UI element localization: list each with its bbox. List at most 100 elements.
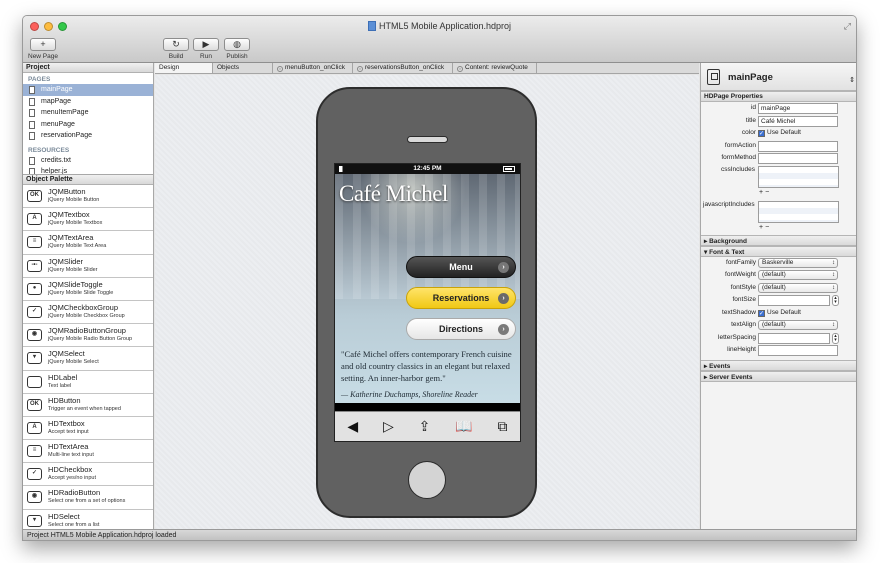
- lineheight-field[interactable]: [758, 345, 838, 356]
- page-item-mainPage[interactable]: mainPage: [23, 84, 153, 96]
- fontsize-field[interactable]: [758, 295, 830, 306]
- battery-icon: [503, 166, 515, 172]
- textshadow-use-default-checkbox[interactable]: ✓ Use Default: [758, 309, 801, 317]
- run-button[interactable]: ▶ Run: [193, 38, 219, 60]
- close-tab-icon[interactable]: ×: [457, 66, 463, 72]
- page-item-menuPage[interactable]: menuPage: [23, 119, 153, 131]
- page-label: menuItemPage: [41, 109, 89, 116]
- color-use-default-checkbox[interactable]: ✓ Use Default: [758, 129, 801, 137]
- palette-item-hdtextarea[interactable]: ≡ HDTextArea Multi-line text input: [23, 440, 153, 464]
- palette-item-hdradiobutton[interactable]: ◉ HDRadioButton Select one from a set of o…: [23, 486, 153, 510]
- page-item-mapPage[interactable]: mapPage: [23, 96, 153, 108]
- formmethod-field[interactable]: [758, 153, 838, 164]
- letterspacing-stepper[interactable]: ▴ ▾: [832, 332, 839, 344]
- fontweight-select[interactable]: (default): [758, 270, 838, 280]
- review-quote[interactable]: "Café Michel offers contemporary French …: [341, 348, 516, 384]
- resource-label: helper.js: [41, 168, 68, 175]
- page-icon: [29, 97, 35, 106]
- formaction-field[interactable]: [758, 140, 838, 152]
- events-section[interactable]: ▸ Events: [701, 359, 856, 371]
- browser-toolbar: ◀ ▷ ⇪ 📖 ⧉: [335, 411, 520, 441]
- design-canvas[interactable]: 12:45 PM Café Michel Menu › Reservations ›…: [155, 75, 699, 529]
- server-events-section[interactable]: ▸ Server Events: [701, 370, 856, 382]
- tab-label: Content: reviewQuote: [465, 64, 528, 71]
- cafe-name-heading[interactable]: Café Michel: [339, 181, 448, 207]
- back-icon[interactable]: ◀: [347, 418, 358, 435]
- close-tab-icon[interactable]: ×: [277, 66, 283, 72]
- palette-item-hdlabel[interactable]: HDLabel Text label: [23, 370, 153, 394]
- home-button[interactable]: [408, 461, 446, 499]
- jsincludes-list[interactable]: [758, 200, 839, 223]
- resource-item-credits[interactable]: credits.txt: [23, 155, 153, 167]
- resource-item-helper[interactable]: helper.js: [23, 166, 153, 175]
- phone-screen[interactable]: 12:45 PM Café Michel Menu › Reservations ›…: [334, 163, 521, 442]
- palette-item-hdtextbox[interactable]: A HDTextbox Accept text input: [23, 416, 153, 441]
- review-attribution[interactable]: — Katherine Duchamps, Shoreline Reader: [341, 390, 478, 399]
- palette-item-desc: jQuery Mobile Button: [48, 197, 100, 203]
- palette-item-name: HDButton: [48, 395, 81, 405]
- jsincludes-add-remove[interactable]: +−: [759, 224, 771, 231]
- page-item-menuItemPage[interactable]: menuItemPage: [23, 107, 153, 119]
- pages-group-label: PAGES: [28, 76, 51, 83]
- prop-label: fontStyle: [730, 283, 756, 291]
- menu-button[interactable]: Menu ›: [406, 256, 516, 278]
- font-text-section[interactable]: ▾ Font & Text: [701, 245, 856, 257]
- title-field[interactable]: Café Michel: [758, 115, 838, 127]
- page-item-reservationPage[interactable]: reservationPage: [23, 130, 153, 142]
- status-bar: Project HTML5 Mobile Application.hdproj …: [23, 529, 856, 540]
- prop-lineheight: lineHeight: [701, 344, 856, 357]
- palette-item-jqmtextbox[interactable]: A JQMTextbox jQuery Mobile Textbox: [23, 208, 153, 232]
- forward-icon[interactable]: ▷: [383, 418, 394, 435]
- tab-objects[interactable]: Objects: [213, 63, 273, 73]
- build-button[interactable]: ↻ Build: [163, 38, 189, 60]
- bookmarks-icon[interactable]: 📖: [455, 418, 472, 435]
- textalign-select[interactable]: (default): [758, 320, 838, 330]
- id-field[interactable]: mainPage: [758, 103, 838, 114]
- background-section[interactable]: ▸ Background: [701, 234, 856, 246]
- cssincludes-add-remove[interactable]: +−: [759, 189, 771, 196]
- fullscreen-icon[interactable]: ⤢: [844, 21, 851, 32]
- control-icon: [27, 375, 42, 388]
- cssincludes-list[interactable]: [758, 165, 839, 188]
- palette-item-jqmtextarea[interactable]: ≡ JQMTextArea jQuery Mobile Text Area: [23, 231, 153, 255]
- directions-button-label: Directions: [438, 324, 483, 334]
- share-icon[interactable]: ⇪: [419, 418, 431, 435]
- palette-item-hdcheckbox[interactable]: ✓ HDCheckbox Accept yes/no input: [23, 463, 153, 487]
- fontsize-stepper[interactable]: ▴ ▾: [832, 295, 839, 306]
- page-icon: [29, 132, 35, 140]
- fontstyle-select[interactable]: (default): [758, 282, 838, 293]
- palette-item-jqmcheckboxgroup[interactable]: ✓ JQMCheckboxGroup jQuery Mobile Checkbox …: [23, 300, 153, 325]
- tab-design[interactable]: Design: [155, 63, 213, 73]
- tabs-icon[interactable]: ⧉: [498, 418, 508, 435]
- palette-item-name: HDTextArea: [48, 442, 89, 452]
- publish-button[interactable]: ◍ Publish: [224, 38, 250, 60]
- tab-menubutton-onclick[interactable]: × menuButton_onClick: [273, 63, 353, 73]
- prop-formmethod: formMethod: [701, 152, 856, 165]
- palette-item-jqmslider[interactable]: -•- JQMSlider jQuery Mobile Slider: [23, 254, 153, 278]
- title-bar: HTML5 Mobile Application.hdproj ⤢ + New P…: [23, 16, 856, 63]
- tab-label: reservationsButton_onClick: [365, 64, 445, 71]
- tab-content-reviewquote[interactable]: × Content: reviewQuote: [453, 63, 537, 73]
- prop-label: color: [741, 129, 756, 136]
- palette-item-hdbutton[interactable]: OK HDButton Trigger an event when tapped: [23, 393, 153, 417]
- control-icon: ▾: [27, 352, 42, 365]
- prop-javascriptincludes: javascriptIncludes +−: [701, 200, 856, 235]
- tab-reservationsbutton-onclick[interactable]: × reservationsButton_onClick: [353, 63, 453, 73]
- fontfamily-select[interactable]: Baskerville: [758, 257, 838, 268]
- letterspacing-field[interactable]: [758, 332, 830, 344]
- window-title-text: HTML5 Mobile Application.hdproj: [378, 21, 512, 31]
- new-page-button[interactable]: + New Page: [28, 38, 58, 60]
- close-tab-icon[interactable]: ×: [357, 66, 363, 72]
- palette-item-jqmslidetoggle[interactable]: ● JQMSlideToggle jQuery Mobile Slide Toggl…: [23, 277, 153, 301]
- directions-button[interactable]: Directions ›: [406, 318, 516, 340]
- palette-item-jqmradiobuttongroup[interactable]: ◉ JQMRadioButtonGroup jQuery Mobile Radio …: [23, 324, 153, 348]
- palette-item-jqmbutton[interactable]: OK JQMButton jQuery Mobile Button: [23, 185, 153, 209]
- reservations-button[interactable]: Reservations ›: [406, 287, 516, 309]
- palette-item-jqmselect[interactable]: ▾ JQMSelect jQuery Mobile Select: [23, 347, 153, 371]
- hdpage-properties-section[interactable]: HDPage Properties: [701, 91, 856, 102]
- app-window: HTML5 Mobile Application.hdproj ⤢ + New P…: [22, 15, 857, 541]
- control-icon: ≡: [27, 236, 42, 249]
- updown-arrow-icon[interactable]: ⇕: [849, 76, 855, 84]
- left-panel: Project PAGES mainPage mapPage menuItemP…: [23, 63, 154, 533]
- palette-item-desc: jQuery Mobile Radio Button Group: [48, 336, 133, 343]
